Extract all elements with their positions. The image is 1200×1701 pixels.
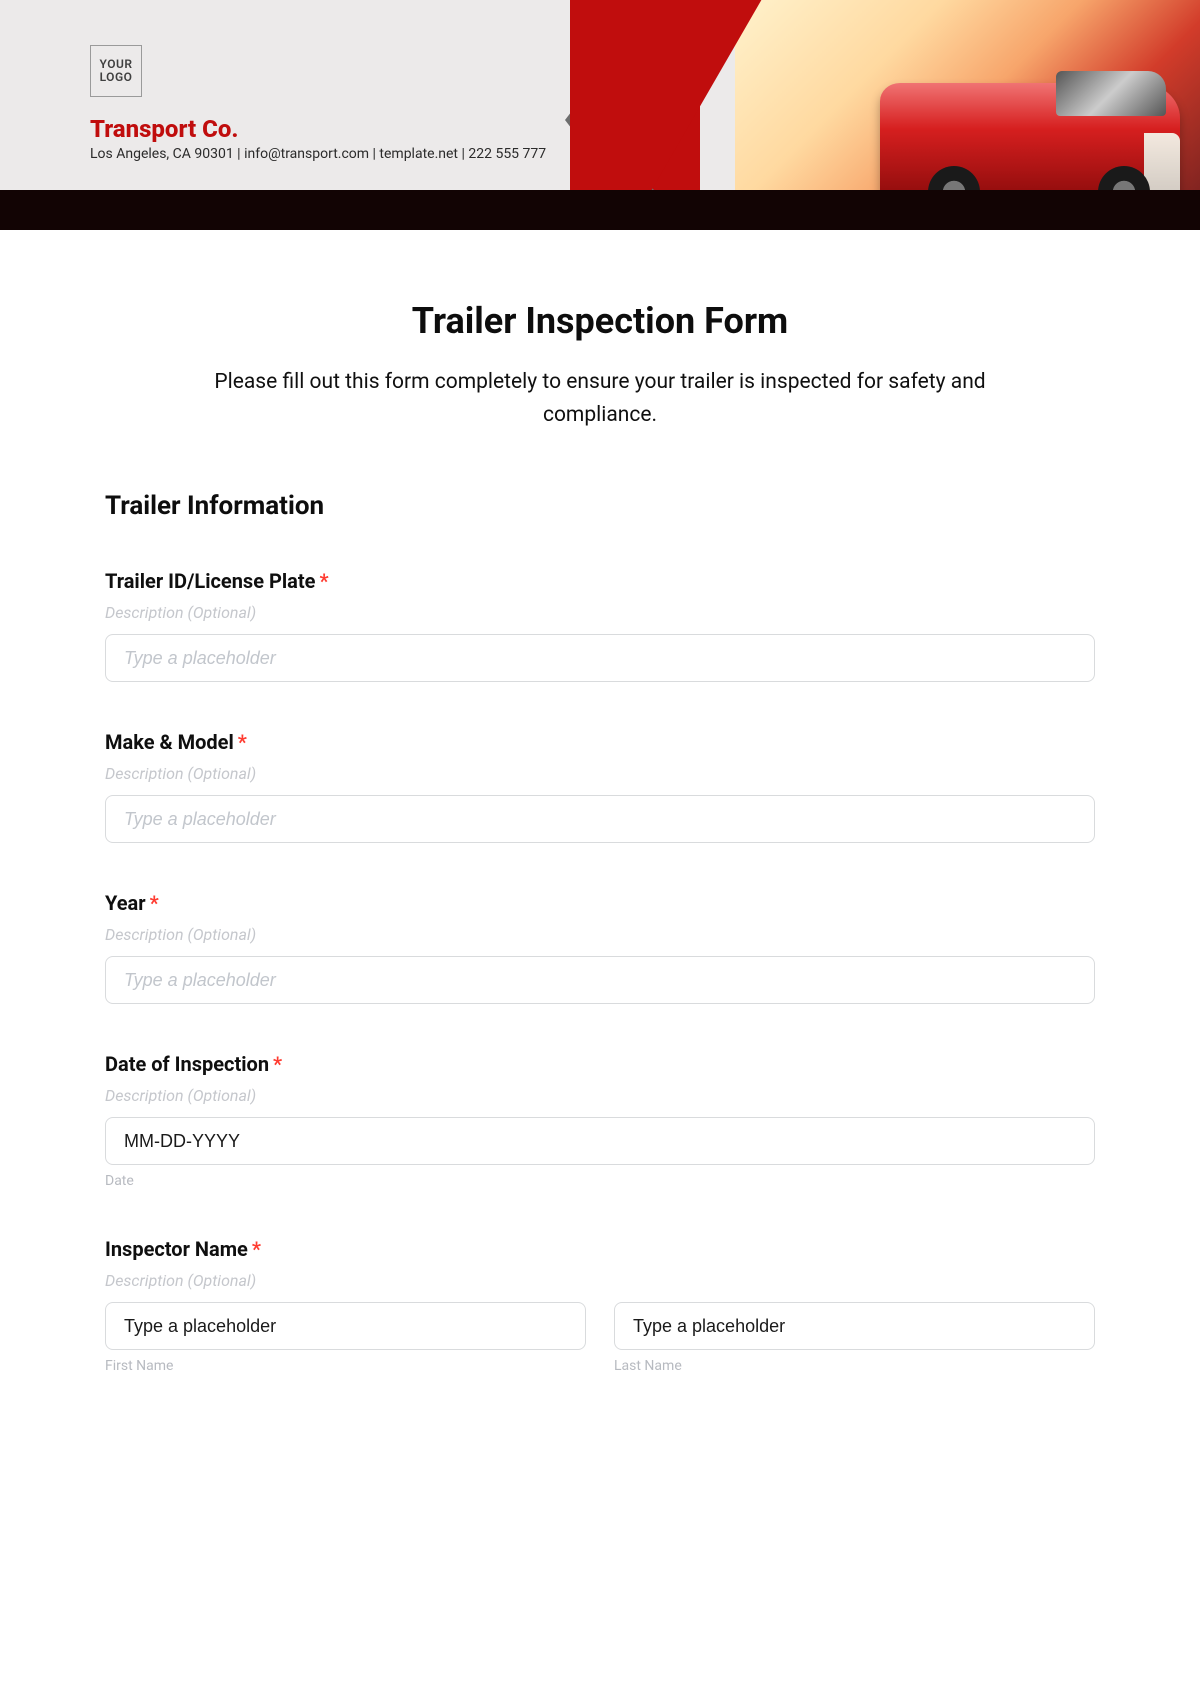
sub-first-name: First Name (105, 1358, 586, 1374)
input-make-model[interactable] (105, 795, 1095, 843)
sub-last-name: Last Name (614, 1358, 1095, 1374)
label-make-model: Make & Model* (105, 730, 1095, 754)
required-mark: * (319, 569, 328, 593)
desc-trailer-id: Description (Optional) (105, 603, 1095, 622)
desc-date: Description (Optional) (105, 1086, 1095, 1105)
field-date: Date of Inspection* Description (Optiona… (105, 1052, 1095, 1189)
page-title: Trailer Inspection Form (105, 300, 1095, 342)
company-name: Transport Co. (90, 115, 239, 143)
logo-placeholder: YOUR LOGO (90, 45, 142, 97)
input-year[interactable] (105, 956, 1095, 1004)
input-trailer-id[interactable] (105, 634, 1095, 682)
page-intro: Please fill out this form completely to … (180, 366, 1020, 431)
desc-make-model: Description (Optional) (105, 764, 1095, 783)
label-date: Date of Inspection* (105, 1052, 1095, 1076)
label-trailer-id: Trailer ID/License Plate* (105, 569, 1095, 593)
logo-text: YOUR LOGO (91, 58, 141, 84)
field-trailer-id: Trailer ID/License Plate* Description (O… (105, 569, 1095, 682)
desc-inspector-name: Description (Optional) (105, 1271, 1095, 1290)
required-mark: * (238, 730, 247, 754)
required-mark: * (252, 1237, 261, 1261)
section-trailer-info: Trailer Information (105, 491, 1095, 521)
field-year: Year* Description (Optional) (105, 891, 1095, 1004)
input-date[interactable] (105, 1117, 1095, 1165)
input-first-name[interactable] (105, 1302, 586, 1350)
field-inspector-name: Inspector Name* Description (Optional) F… (105, 1237, 1095, 1374)
header-stripe (0, 190, 1200, 230)
label-year: Year* (105, 891, 1095, 915)
required-mark: * (150, 891, 159, 915)
label-inspector-name: Inspector Name* (105, 1237, 1095, 1261)
input-last-name[interactable] (614, 1302, 1095, 1350)
required-mark: * (273, 1052, 282, 1076)
field-make-model: Make & Model* Description (Optional) (105, 730, 1095, 843)
header-banner: YOUR LOGO Transport Co. Los Angeles, CA … (0, 0, 1200, 230)
sub-date: Date (105, 1173, 1095, 1189)
desc-year: Description (Optional) (105, 925, 1095, 944)
form-page: Trailer Inspection Form Please fill out … (0, 230, 1200, 1452)
company-subline: Los Angeles, CA 90301 | info@transport.c… (90, 146, 546, 162)
